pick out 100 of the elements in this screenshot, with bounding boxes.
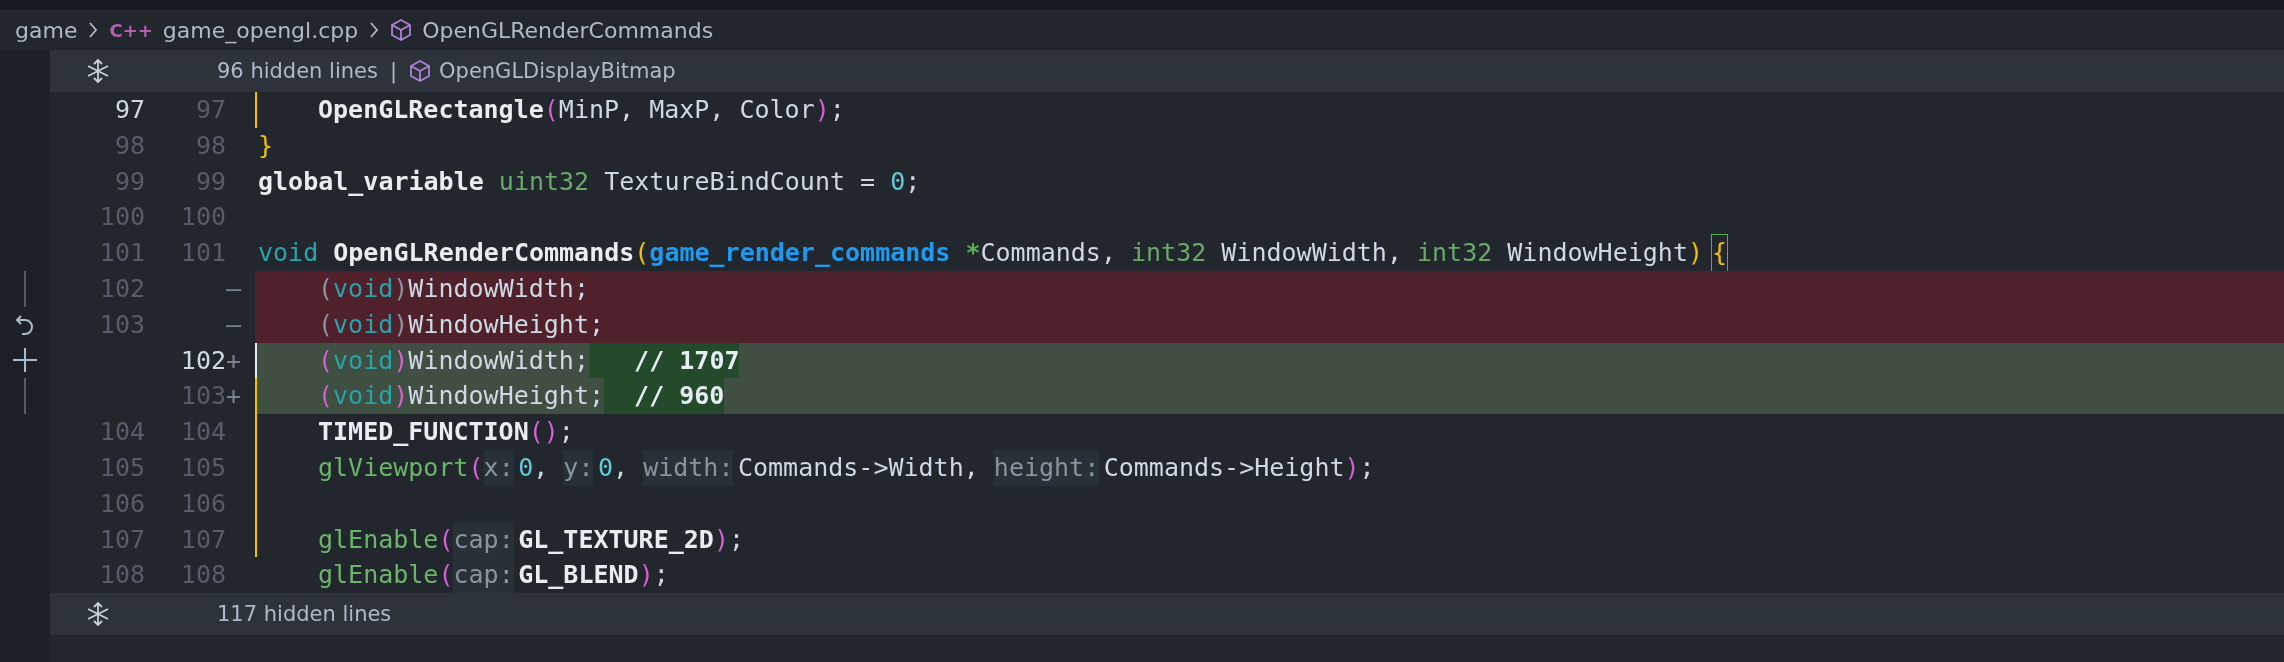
number-literal: 0 <box>597 451 614 484</box>
hidden-lines-label: 96 hidden lines <box>217 59 378 83</box>
parameter-hint: width: <box>643 449 734 486</box>
function-name: global_variable <box>258 165 484 198</box>
bracket: ( <box>318 308 334 341</box>
code-text: Commands->Height <box>1103 451 1345 484</box>
line-number: 97 <box>113 94 145 126</box>
line-number: 107 <box>179 523 226 556</box>
line-number: 104 <box>98 416 145 449</box>
bracket: ) <box>638 559 654 592</box>
code-text: ; <box>558 416 574 449</box>
hidden-lines-bar[interactable]: 96 hidden lines | OpenGLDisplayBitmap <box>50 50 2284 92</box>
code-text: ; <box>829 94 845 126</box>
bracket: { <box>1712 235 1728 271</box>
code-text: , <box>613 451 630 484</box>
code-text: Commands, <box>980 237 1117 270</box>
keyword: void <box>333 308 394 341</box>
undo-icon[interactable] <box>14 312 36 337</box>
line-number: 102 <box>179 344 226 377</box>
keyword: void <box>258 237 319 270</box>
bracket: ( <box>438 523 454 556</box>
code-text: MinP, MaxP, Color <box>558 94 815 126</box>
number-literal: 0 <box>518 451 534 484</box>
bracket: ) <box>393 273 409 305</box>
keyword: void <box>333 380 394 413</box>
breadcrumb-item[interactable]: game_opengl.cpp <box>162 17 359 43</box>
bracket: ( <box>634 237 650 270</box>
function-call: glEnable <box>318 559 439 592</box>
bracket: () <box>528 416 559 449</box>
removed-sign: — <box>226 308 243 341</box>
bracket: ) <box>393 344 409 377</box>
type-name: game_render_commands <box>649 237 951 270</box>
parameter-hint: cap: <box>453 521 514 558</box>
type-keyword: int32 <box>1131 237 1207 270</box>
line-number: 108 <box>98 559 145 592</box>
line-number: 103 <box>179 380 226 413</box>
keyword: void <box>333 344 394 377</box>
line-number: 98 <box>194 129 226 162</box>
function-call: glEnable <box>318 523 439 556</box>
function-name: OpenGLRenderCommands <box>332 237 635 270</box>
code-text: , <box>533 451 550 484</box>
line-number: 103 <box>98 308 145 341</box>
parameter-hint: x: <box>483 449 514 486</box>
separator: | <box>389 59 398 83</box>
bracket: ( <box>438 559 454 592</box>
code-text: ; <box>1359 451 1375 484</box>
code-text: Commands->Width, <box>737 451 980 484</box>
code-text: ; <box>653 559 669 592</box>
hidden-lines-label: 117 hidden lines <box>217 602 392 627</box>
macro-name: TIMED_FUNCTION <box>318 416 529 449</box>
bracket: ) <box>1344 451 1360 484</box>
added-sign: + <box>226 380 243 413</box>
bracket: ( <box>318 380 334 413</box>
cpp-file-icon: C++ <box>109 19 153 41</box>
code-text: WindowHeight; <box>408 380 604 413</box>
code-text: WindowWidth, <box>1220 237 1403 270</box>
line-number: 107 <box>98 523 145 556</box>
line-number: 98 <box>113 129 145 162</box>
bracket: ( <box>468 451 484 484</box>
line-number: 105 <box>98 451 145 484</box>
function-name: OpenGLRectangle <box>318 94 544 126</box>
code-text: WindowHeight; <box>408 308 604 341</box>
plus-icon[interactable] <box>11 346 39 375</box>
line-number: 100 <box>98 201 145 234</box>
line-number: 102 <box>98 273 145 305</box>
function-call: glViewport <box>318 451 469 484</box>
breadcrumb-item[interactable]: OpenGLRenderCommands <box>422 17 714 43</box>
code-text: WindowHeight <box>1506 237 1688 270</box>
line-number: 100 <box>179 201 226 234</box>
line-number: 104 <box>179 416 226 449</box>
bracket: ) <box>814 94 830 126</box>
symbol-name[interactable]: OpenGLDisplayBitmap <box>439 59 676 83</box>
code-text: TextureBindCount = <box>603 165 877 198</box>
macro-name: GL_TEXTURE_2D <box>518 523 714 556</box>
bracket: ) <box>393 380 409 413</box>
line-number: 99 <box>194 165 226 198</box>
type-keyword: uint32 <box>497 165 590 198</box>
bracket: ( <box>318 273 334 305</box>
cube-icon <box>409 59 432 83</box>
code-text: WindowWidth; <box>408 273 589 305</box>
bracket: ) <box>393 308 409 341</box>
line-number: 101 <box>98 237 145 270</box>
breadcrumb-item[interactable]: game <box>15 17 78 43</box>
hidden-lines-bar[interactable]: 117 hidden lines <box>50 593 2284 636</box>
line-number: 99 <box>113 165 145 198</box>
bracket: ) <box>1687 237 1703 270</box>
parameter-hint: cap: <box>453 557 514 594</box>
inserted-comment: // 1707 <box>588 342 740 379</box>
chevron-icon <box>368 21 381 39</box>
macro-name: GL_BLEND <box>518 559 639 592</box>
line-number: 105 <box>179 451 226 484</box>
bracket: ( <box>543 94 559 126</box>
added-sign: + <box>226 344 243 377</box>
code-text: ; <box>905 165 921 198</box>
pointer-operator: * <box>964 237 981 270</box>
parameter-hint: y: <box>563 449 594 486</box>
line-number: 106 <box>98 487 145 520</box>
removed-sign: — <box>226 273 243 305</box>
keyword: void <box>333 273 394 305</box>
line-number: 106 <box>179 487 226 520</box>
